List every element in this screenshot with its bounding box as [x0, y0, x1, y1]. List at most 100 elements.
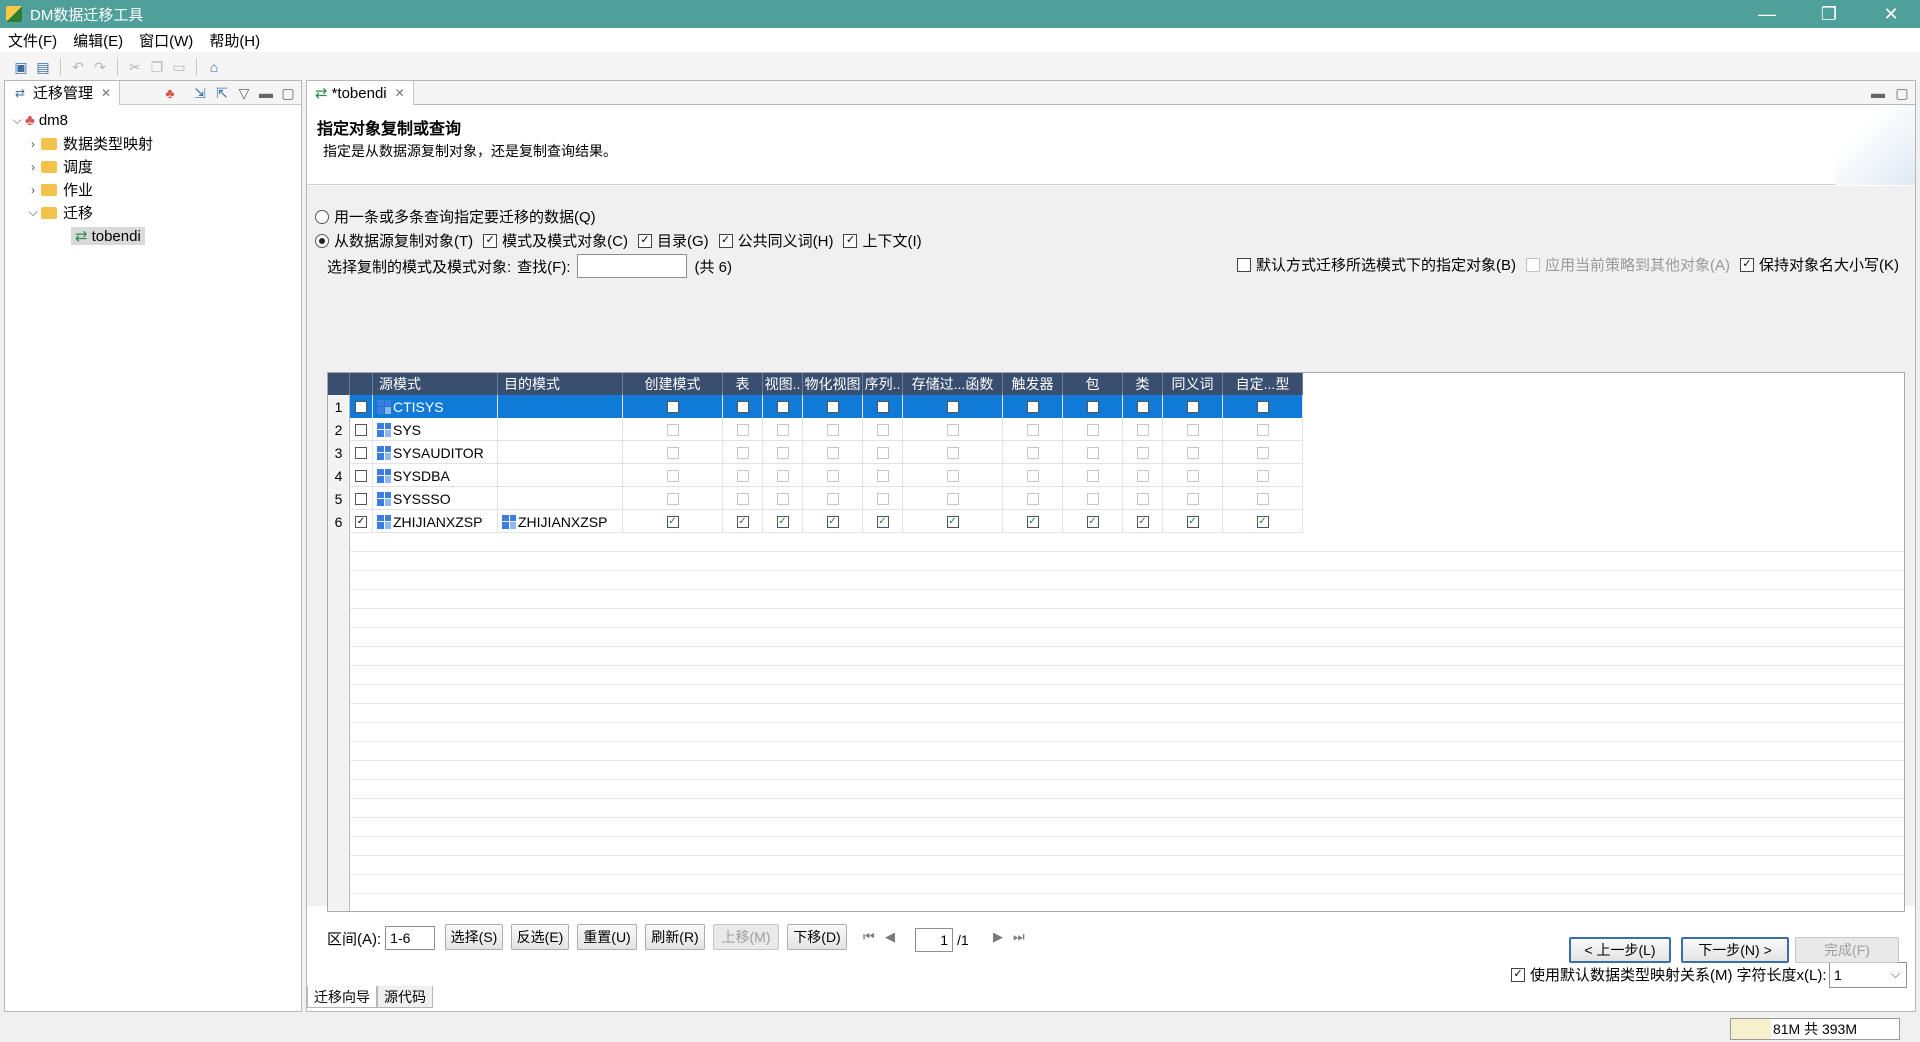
object-type-checkbox[interactable] — [776, 423, 789, 436]
object-type-checkbox[interactable] — [946, 400, 959, 413]
object-type-checkbox[interactable] — [736, 423, 749, 436]
cell-procedure[interactable]: ✓ — [903, 510, 1003, 533]
object-type-checkbox[interactable] — [1256, 492, 1269, 505]
next-page-icon[interactable]: ▶ — [993, 929, 1003, 945]
object-type-checkbox[interactable]: ✓ — [776, 515, 789, 528]
object-type-checkbox[interactable] — [1086, 469, 1099, 482]
cell-package[interactable] — [1063, 464, 1123, 487]
cell-check[interactable]: ✓ — [350, 510, 373, 533]
collapse-icon[interactable]: › — [25, 183, 41, 197]
tree-node-migration[interactable]: ⌵ 迁移 — [9, 201, 301, 224]
cell-custom[interactable] — [1223, 395, 1303, 418]
cell-class[interactable] — [1123, 441, 1163, 464]
cell-procedure[interactable] — [903, 464, 1003, 487]
cell-procedure[interactable] — [903, 418, 1003, 441]
copy-icon[interactable]: ❐ — [148, 58, 166, 76]
object-type-checkbox[interactable] — [826, 446, 839, 459]
cell-create[interactable] — [623, 464, 723, 487]
cell-target[interactable] — [498, 464, 623, 487]
object-type-checkbox[interactable] — [776, 446, 789, 459]
object-type-checkbox[interactable] — [1026, 423, 1039, 436]
cell-class[interactable]: ✓ — [1123, 510, 1163, 533]
cell-synonym[interactable] — [1163, 418, 1223, 441]
cell-trigger[interactable] — [1003, 395, 1063, 418]
object-type-checkbox[interactable] — [1026, 492, 1039, 505]
menu-help[interactable]: 帮助(H) — [201, 30, 268, 51]
tree-node-schedule[interactable]: › 调度 — [9, 155, 301, 178]
object-type-checkbox[interactable] — [946, 446, 959, 459]
cell-custom[interactable] — [1223, 464, 1303, 487]
header-mview[interactable]: 物化视图 — [803, 373, 863, 395]
cell-table[interactable] — [723, 395, 763, 418]
cell-table[interactable] — [723, 464, 763, 487]
table-row[interactable]: 4 SYSDBA — [328, 464, 1303, 487]
header-trigger[interactable]: 触发器 — [1003, 373, 1063, 395]
object-type-checkbox[interactable]: ✓ — [1086, 515, 1099, 528]
object-type-checkbox[interactable] — [736, 469, 749, 482]
context-checkbox[interactable]: ✓ — [843, 233, 858, 248]
header-class[interactable]: 类 — [1123, 373, 1163, 395]
object-type-checkbox[interactable] — [876, 446, 889, 459]
object-type-checkbox[interactable] — [1136, 469, 1149, 482]
object-type-checkbox[interactable] — [1256, 446, 1269, 459]
cell-custom[interactable] — [1223, 441, 1303, 464]
cell-sequence[interactable] — [863, 487, 903, 510]
object-type-checkbox[interactable] — [876, 492, 889, 505]
tab-source-code[interactable]: 源代码 — [377, 986, 433, 1008]
minimize-view-icon[interactable]: ▬ — [257, 84, 275, 102]
char-length-select[interactable]: 1 ⌵ — [1829, 962, 1907, 988]
cell-custom[interactable] — [1223, 487, 1303, 510]
table-row[interactable]: 6 ✓ ZHIJIANXZSP ZHIJIANXZSP ✓ ✓ ✓ ✓ ✓ ✓ ✓ ✓ ✓ ✓ ✓ — [328, 510, 1303, 533]
cell-source[interactable]: SYSSSO — [373, 487, 498, 510]
copy-radio-option[interactable]: 从数据源复制对象(T) ✓ 模式及模式对象(C) ✓ 目录(G) ✓ 公共同义词… — [315, 230, 922, 251]
object-type-checkbox[interactable] — [826, 469, 839, 482]
header-synonym[interactable]: 同义词 — [1163, 373, 1223, 395]
cell-trigger[interactable]: ✓ — [1003, 510, 1063, 533]
page-input[interactable] — [915, 928, 953, 952]
cell-package[interactable] — [1063, 395, 1123, 418]
tree-node-job[interactable]: › 作业 — [9, 178, 301, 201]
cell-create[interactable] — [623, 395, 723, 418]
connect-icon[interactable]: ♣ — [161, 84, 179, 102]
object-type-checkbox[interactable] — [1026, 446, 1039, 459]
cell-synonym[interactable] — [1163, 464, 1223, 487]
object-type-checkbox[interactable] — [776, 400, 789, 413]
header-view[interactable]: 视图.. — [763, 373, 803, 395]
object-type-checkbox[interactable]: ✓ — [876, 515, 889, 528]
object-type-checkbox[interactable] — [736, 400, 749, 413]
header-create-schema[interactable]: 创建模式 — [623, 373, 723, 395]
apply-policy-checkbox[interactable] — [1526, 257, 1540, 272]
cell-check[interactable] — [350, 487, 373, 510]
menu-edit[interactable]: 编辑(E) — [65, 30, 131, 51]
public-synonyms-checkbox[interactable]: ✓ — [718, 233, 733, 248]
cell-class[interactable] — [1123, 418, 1163, 441]
move-down-button[interactable]: 下移(D) — [787, 924, 847, 950]
cell-procedure[interactable] — [903, 487, 1003, 510]
schema-objects-checkbox[interactable]: ✓ — [483, 233, 498, 248]
cell-synonym[interactable] — [1163, 441, 1223, 464]
table-row[interactable]: 2 SYS — [328, 418, 1303, 441]
object-type-checkbox[interactable] — [1186, 446, 1199, 459]
object-type-checkbox[interactable] — [1026, 469, 1039, 482]
cell-sequence[interactable] — [863, 418, 903, 441]
cell-check[interactable] — [350, 395, 373, 418]
range-input[interactable] — [385, 926, 436, 950]
object-type-checkbox[interactable] — [666, 446, 679, 459]
minimize-button[interactable]: — — [1738, 0, 1796, 28]
cell-sequence[interactable] — [863, 395, 903, 418]
cell-procedure[interactable] — [903, 395, 1003, 418]
copy-radio[interactable] — [315, 233, 329, 248]
object-type-checkbox[interactable] — [826, 400, 839, 413]
paste-icon[interactable]: ▭ — [170, 58, 188, 76]
object-type-checkbox[interactable] — [1256, 400, 1269, 413]
row-select-checkbox[interactable]: ✓ — [355, 515, 367, 528]
finish-button[interactable]: 完成(F) — [1795, 937, 1899, 963]
cell-mview[interactable] — [803, 487, 863, 510]
cell-view[interactable] — [763, 395, 803, 418]
cell-table[interactable] — [723, 441, 763, 464]
object-type-checkbox[interactable] — [666, 423, 679, 436]
header-procedure[interactable]: 存储过...函数 — [903, 373, 1003, 395]
object-type-checkbox[interactable] — [1256, 469, 1269, 482]
first-page-icon[interactable]: ⏮ — [863, 929, 875, 945]
object-type-checkbox[interactable] — [1136, 446, 1149, 459]
